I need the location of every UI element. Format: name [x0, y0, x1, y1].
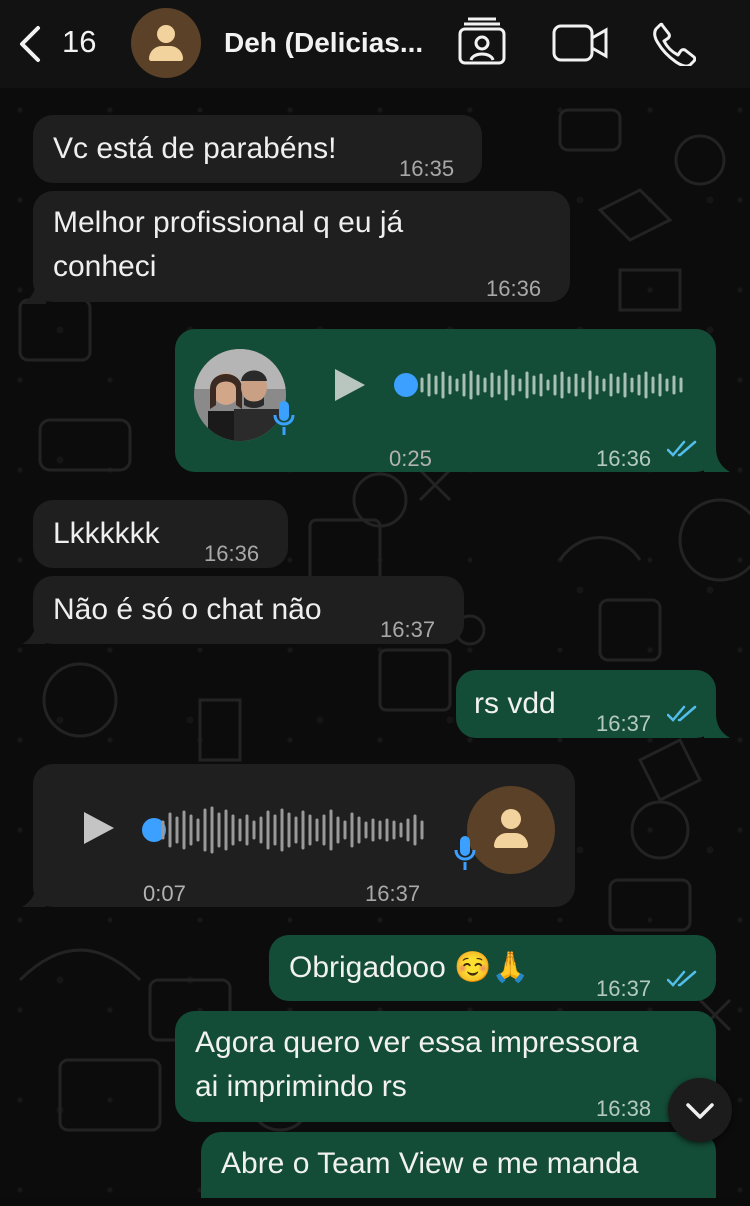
message-time: 16:35: [399, 156, 455, 181]
incoming-voice-message[interactable]: 0:07 16:37: [33, 764, 575, 907]
incoming-message[interactable]: Melhor profissional q eu já conheci 16:3…: [33, 191, 570, 302]
message-time: 16:36: [486, 276, 542, 301]
message-text: Não é só o chat não: [53, 593, 322, 626]
voice-duration: 0:25: [389, 446, 432, 471]
microphone-icon: [273, 401, 295, 435]
message-time: 16:37: [596, 976, 652, 1001]
sender-avatar: [467, 786, 555, 874]
outgoing-message[interactable]: Abre o Team View e me manda: [201, 1132, 716, 1198]
message-time: 16:36: [596, 446, 652, 471]
read-receipt-icon: [667, 970, 697, 987]
message-text-line: Melhor profissional q eu já: [53, 206, 404, 239]
incoming-message[interactable]: Vc está de parabéns! 16:35: [33, 115, 482, 183]
chevron-down-icon: [686, 1103, 714, 1119]
avatar-placeholder-icon: [157, 25, 175, 43]
message-text: Abre o Team View e me manda: [221, 1147, 639, 1180]
contact-name[interactable]: Deh (Delicias...: [224, 27, 423, 59]
chevron-left-icon[interactable]: [14, 24, 48, 64]
unread-count[interactable]: 16: [62, 24, 96, 60]
outgoing-message[interactable]: rs vdd 16:37: [456, 670, 716, 738]
outgoing-voice-message[interactable]: 0:25 16:36: [175, 329, 716, 472]
play-icon[interactable]: [80, 810, 116, 846]
message-text: Vc está de parabéns!: [53, 132, 337, 165]
video-call-icon[interactable]: [552, 24, 608, 62]
scroll-to-bottom-button[interactable]: [668, 1078, 732, 1142]
outgoing-message[interactable]: Obrigadooo ☺️🙏 16:37: [269, 935, 716, 1001]
bottom-edge: [0, 1198, 750, 1206]
voice-duration: 0:07: [143, 881, 186, 906]
message-time: 16:36: [204, 541, 260, 566]
message-text: Lkkkkkk: [53, 517, 160, 550]
contact-avatar[interactable]: [131, 8, 201, 78]
play-icon[interactable]: [331, 367, 367, 403]
message-time: 16:37: [596, 711, 652, 736]
message-text: Obrigadooo ☺️🙏: [289, 951, 529, 984]
incoming-message[interactable]: Não é só o chat não 16:37: [33, 576, 464, 644]
audio-waveform[interactable]: [159, 806, 429, 854]
phone-call-icon[interactable]: [652, 22, 696, 66]
incoming-message[interactable]: Lkkkkkk 16:36: [33, 500, 288, 568]
playback-position-dot[interactable]: [394, 373, 418, 397]
outgoing-message[interactable]: Agora quero ver essa impressora ai impri…: [175, 1011, 716, 1122]
message-text-line: Agora quero ver essa impressora: [195, 1026, 639, 1059]
read-receipt-icon: [667, 705, 697, 722]
message-time: 16:37: [365, 881, 421, 906]
audio-waveform[interactable]: [418, 367, 688, 403]
avatar-placeholder-icon: [501, 809, 521, 829]
microphone-icon: [454, 836, 476, 870]
message-time: 16:38: [596, 1096, 652, 1121]
message-text-line: conheci: [53, 250, 157, 283]
chat-header: 16 Deh (Delicias...: [0, 0, 750, 88]
message-text-line: ai imprimindo rs: [195, 1070, 407, 1103]
message-text: rs vdd: [474, 687, 556, 720]
read-receipt-icon: [667, 440, 697, 457]
contact-card-icon[interactable]: [458, 16, 506, 66]
message-time: 16:37: [380, 617, 436, 642]
